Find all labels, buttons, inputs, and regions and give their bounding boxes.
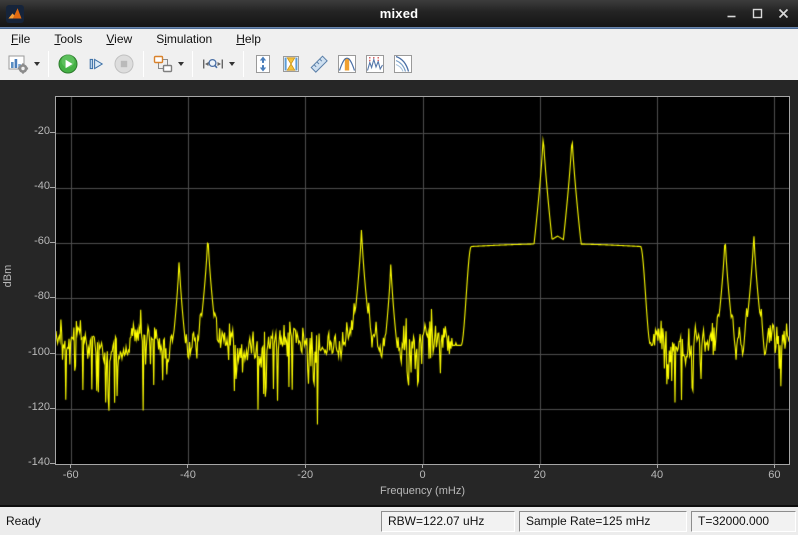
window-controls bbox=[722, 0, 792, 27]
stop-icon bbox=[113, 53, 135, 75]
x-tick-label: -20 bbox=[297, 469, 313, 481]
scope-settings-button[interactable] bbox=[3, 50, 43, 78]
span-zoom-dropdown-caret[interactable] bbox=[229, 62, 235, 66]
cursor-measurements-button[interactable] bbox=[305, 50, 333, 78]
x-tickmark bbox=[774, 464, 775, 468]
autoscale-y-icon bbox=[252, 53, 274, 75]
span-zoom-button[interactable] bbox=[198, 50, 238, 78]
y-tickmark bbox=[50, 132, 55, 133]
run-button[interactable] bbox=[54, 50, 82, 78]
window-hourglass-icon bbox=[280, 53, 302, 75]
menu-help[interactable]: Help bbox=[227, 30, 270, 48]
menu-simulation[interactable]: Simulation bbox=[147, 30, 221, 48]
menubar: File Tools View Simulation Help bbox=[0, 29, 798, 48]
x-tickmark bbox=[422, 464, 423, 468]
x-tickmark bbox=[70, 464, 71, 468]
y-tick-label: -100 bbox=[6, 346, 50, 358]
ruler-icon bbox=[308, 53, 330, 75]
toolbar-separator bbox=[143, 51, 144, 77]
x-tick-label: 40 bbox=[651, 469, 663, 481]
toolbar bbox=[0, 48, 798, 80]
y-tickmark bbox=[50, 187, 55, 188]
spectral-window-button[interactable] bbox=[277, 50, 305, 78]
matlab-logo-icon bbox=[6, 5, 24, 23]
toolbar-separator bbox=[243, 51, 244, 77]
status-rbw: RBW=122.07 uHz bbox=[381, 511, 515, 532]
x-tickmark bbox=[657, 464, 658, 468]
status-panels: RBW=122.07 uHzSample Rate=125 mHzT=32000… bbox=[381, 511, 796, 532]
titlebar[interactable]: mixed bbox=[0, 0, 798, 27]
menu-file[interactable]: File bbox=[2, 30, 39, 48]
spectrum-plot[interactable] bbox=[55, 96, 790, 465]
y-tickmark bbox=[50, 463, 55, 464]
spectrum-analyzer-window: mixed FileToolsViewSimulationHelp dBm Fr… bbox=[0, 0, 798, 535]
span-zoom-icon bbox=[201, 53, 225, 75]
x-tickmark bbox=[305, 464, 306, 468]
status-time: T=32000.000 bbox=[691, 511, 796, 532]
y-tick-label: -60 bbox=[6, 235, 50, 247]
x-tick-label: -40 bbox=[180, 469, 196, 481]
statusbar: Ready RBW=122.07 uHzSample Rate=125 mHzT… bbox=[0, 505, 798, 535]
run-play-icon bbox=[57, 53, 79, 75]
x-tickmark bbox=[539, 464, 540, 468]
channel-band-icon bbox=[336, 53, 358, 75]
y-tick-label: -120 bbox=[6, 401, 50, 413]
stop-button bbox=[110, 50, 138, 78]
y-tick-label: -40 bbox=[6, 180, 50, 192]
settings-chart-gear-icon bbox=[6, 53, 30, 75]
y-tickmark bbox=[50, 297, 55, 298]
autoscale-y-button[interactable] bbox=[249, 50, 277, 78]
window-title: mixed bbox=[0, 6, 798, 21]
status-ready-text: Ready bbox=[6, 514, 381, 528]
step-forward-button[interactable] bbox=[82, 50, 110, 78]
peak-finder-button[interactable] bbox=[361, 50, 389, 78]
step-forward-icon bbox=[85, 53, 107, 75]
minimize-button[interactable] bbox=[722, 5, 740, 23]
menu-tools[interactable]: Tools bbox=[45, 30, 91, 48]
maximize-button[interactable] bbox=[748, 5, 766, 23]
y-tickmark bbox=[50, 408, 55, 409]
highlight-simulink-block-dropdown-caret[interactable] bbox=[178, 62, 184, 66]
status-sample-rate: Sample Rate=125 mHz bbox=[519, 511, 687, 532]
x-tick-label: 60 bbox=[768, 469, 780, 481]
y-tick-label: -80 bbox=[6, 290, 50, 302]
close-button[interactable] bbox=[774, 5, 792, 23]
menu-view[interactable]: View bbox=[97, 30, 141, 48]
peak-finder-icon bbox=[364, 53, 386, 75]
y-tick-label: -140 bbox=[6, 456, 50, 468]
channel-measurements-button[interactable] bbox=[333, 50, 361, 78]
toolbar-separator bbox=[192, 51, 193, 77]
y-tickmark bbox=[50, 242, 55, 243]
figure-area: dBm Frequency (mHz) -60-40-200204060-20-… bbox=[0, 80, 798, 505]
highlight-simulink-block-button[interactable] bbox=[149, 50, 187, 78]
ccdf-curves-icon bbox=[392, 53, 414, 75]
scope-settings-dropdown-caret[interactable] bbox=[34, 62, 40, 66]
toolbar-separator bbox=[48, 51, 49, 77]
x-tick-label: -60 bbox=[63, 469, 79, 481]
x-axis-label: Frequency (mHz) bbox=[55, 485, 790, 497]
x-tick-label: 0 bbox=[419, 469, 425, 481]
y-tick-label: -20 bbox=[6, 125, 50, 137]
x-tick-label: 20 bbox=[534, 469, 546, 481]
ccdf-measurements-button[interactable] bbox=[389, 50, 417, 78]
x-tickmark bbox=[187, 464, 188, 468]
y-tickmark bbox=[50, 353, 55, 354]
simulink-blocks-icon bbox=[152, 53, 174, 75]
